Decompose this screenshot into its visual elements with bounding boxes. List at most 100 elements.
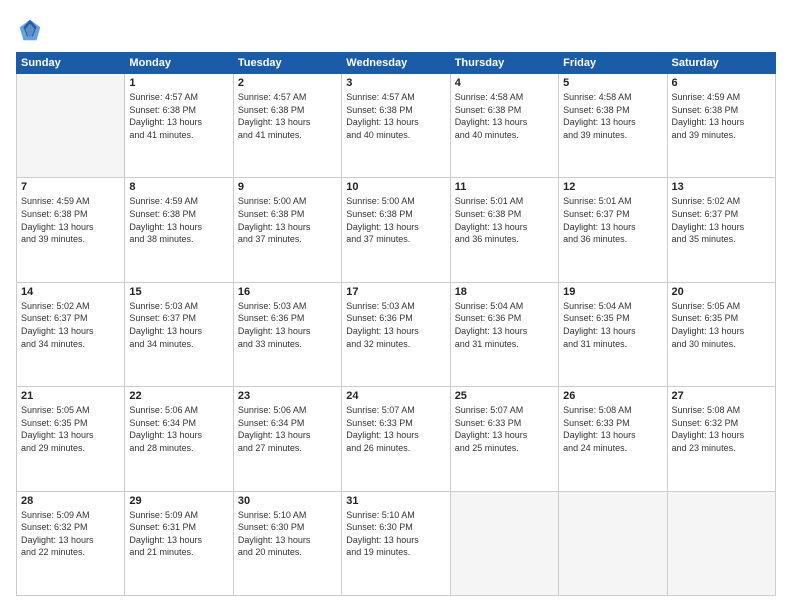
calendar-cell: 24 Sunrise: 5:07 AM Sunset: 6:33 PM Dayli… — [342, 387, 450, 491]
day-number: 25 — [455, 390, 554, 402]
day-info: Sunrise: 5:09 AM Sunset: 6:31 PM Dayligh… — [129, 509, 228, 559]
day-info: Sunrise: 5:02 AM Sunset: 6:37 PM Dayligh… — [21, 300, 120, 350]
calendar-cell: 31 Sunrise: 5:10 AM Sunset: 6:30 PM Dayli… — [342, 491, 450, 595]
calendar-cell: 2 Sunrise: 4:57 AM Sunset: 6:38 PM Daylig… — [233, 74, 341, 178]
day-number: 29 — [129, 495, 228, 507]
day-info: Sunrise: 5:07 AM Sunset: 6:33 PM Dayligh… — [455, 404, 554, 454]
day-info: Sunrise: 5:03 AM Sunset: 6:36 PM Dayligh… — [238, 300, 337, 350]
calendar-cell: 16 Sunrise: 5:03 AM Sunset: 6:36 PM Dayli… — [233, 282, 341, 386]
day-number: 6 — [672, 77, 771, 89]
calendar-cell: 28Sunrise: 5:09 AM Sunset: 6:32 PM Dayli… — [17, 491, 125, 595]
calendar-week-row: 7Sunrise: 4:59 AM Sunset: 6:38 PM Daylig… — [17, 178, 776, 282]
col-header-friday: Friday — [559, 53, 667, 74]
logo — [16, 16, 48, 44]
day-number: 20 — [672, 286, 771, 298]
day-info: Sunrise: 4:59 AM Sunset: 6:38 PM Dayligh… — [129, 195, 228, 245]
day-number: 22 — [129, 390, 228, 402]
calendar-cell: 13 Sunrise: 5:02 AM Sunset: 6:37 PM Dayli… — [667, 178, 775, 282]
calendar-cell: 18 Sunrise: 5:04 AM Sunset: 6:36 PM Dayli… — [450, 282, 558, 386]
calendar-week-row: 1 Sunrise: 4:57 AM Sunset: 6:38 PM Daylig… — [17, 74, 776, 178]
day-number: 19 — [563, 286, 662, 298]
calendar-week-row: 21 Sunrise: 5:05 AM Sunset: 6:35 PM Dayli… — [17, 387, 776, 491]
day-info: Sunrise: 4:58 AM Sunset: 6:38 PM Dayligh… — [563, 91, 662, 141]
day-info: Sunrise: 5:10 AM Sunset: 6:30 PM Dayligh… — [346, 509, 445, 559]
calendar-cell: 5 Sunrise: 4:58 AM Sunset: 6:38 PM Daylig… — [559, 74, 667, 178]
calendar-cell: 23 Sunrise: 5:06 AM Sunset: 6:34 PM Dayli… — [233, 387, 341, 491]
calendar-cell: 11 Sunrise: 5:01 AM Sunset: 6:38 PM Dayli… — [450, 178, 558, 282]
day-number: 28 — [21, 495, 120, 507]
calendar-cell: 1 Sunrise: 4:57 AM Sunset: 6:38 PM Daylig… — [125, 74, 233, 178]
day-info: Sunrise: 5:06 AM Sunset: 6:34 PM Dayligh… — [129, 404, 228, 454]
day-info: Sunrise: 4:57 AM Sunset: 6:38 PM Dayligh… — [238, 91, 337, 141]
day-number: 18 — [455, 286, 554, 298]
day-number: 5 — [563, 77, 662, 89]
calendar-table: SundayMondayTuesdayWednesdayThursdayFrid… — [16, 52, 776, 596]
day-info: Sunrise: 4:59 AM Sunset: 6:38 PM Dayligh… — [21, 195, 120, 245]
day-number: 1 — [129, 77, 228, 89]
calendar-cell: 6 Sunrise: 4:59 AM Sunset: 6:38 PM Daylig… — [667, 74, 775, 178]
day-info: Sunrise: 5:05 AM Sunset: 6:35 PM Dayligh… — [672, 300, 771, 350]
calendar-week-row: 28Sunrise: 5:09 AM Sunset: 6:32 PM Dayli… — [17, 491, 776, 595]
calendar-cell: 19Sunrise: 5:04 AM Sunset: 6:35 PM Dayli… — [559, 282, 667, 386]
day-info: Sunrise: 5:03 AM Sunset: 6:36 PM Dayligh… — [346, 300, 445, 350]
day-info: Sunrise: 4:59 AM Sunset: 6:38 PM Dayligh… — [672, 91, 771, 141]
day-number: 27 — [672, 390, 771, 402]
day-number: 11 — [455, 181, 554, 193]
calendar-cell: 20 Sunrise: 5:05 AM Sunset: 6:35 PM Dayli… — [667, 282, 775, 386]
day-number: 31 — [346, 495, 445, 507]
calendar-cell: 17 Sunrise: 5:03 AM Sunset: 6:36 PM Dayli… — [342, 282, 450, 386]
day-number: 21 — [21, 390, 120, 402]
day-number: 9 — [238, 181, 337, 193]
calendar-cell — [667, 491, 775, 595]
calendar-cell: 3 Sunrise: 4:57 AM Sunset: 6:38 PM Daylig… — [342, 74, 450, 178]
calendar-cell: 27 Sunrise: 5:08 AM Sunset: 6:32 PM Dayli… — [667, 387, 775, 491]
day-number: 14 — [21, 286, 120, 298]
calendar-header-row: SundayMondayTuesdayWednesdayThursdayFrid… — [17, 53, 776, 74]
day-info: Sunrise: 5:04 AM Sunset: 6:36 PM Dayligh… — [455, 300, 554, 350]
day-number: 4 — [455, 77, 554, 89]
day-number: 2 — [238, 77, 337, 89]
day-number: 26 — [563, 390, 662, 402]
day-info: Sunrise: 4:58 AM Sunset: 6:38 PM Dayligh… — [455, 91, 554, 141]
calendar-cell: 26Sunrise: 5:08 AM Sunset: 6:33 PM Dayli… — [559, 387, 667, 491]
calendar-cell: 14 Sunrise: 5:02 AM Sunset: 6:37 PM Dayli… — [17, 282, 125, 386]
day-info: Sunrise: 5:08 AM Sunset: 6:32 PM Dayligh… — [672, 404, 771, 454]
day-number: 17 — [346, 286, 445, 298]
calendar-cell: 22 Sunrise: 5:06 AM Sunset: 6:34 PM Dayli… — [125, 387, 233, 491]
logo-icon — [16, 16, 44, 44]
calendar-cell — [450, 491, 558, 595]
day-info: Sunrise: 4:57 AM Sunset: 6:38 PM Dayligh… — [346, 91, 445, 141]
day-number: 30 — [238, 495, 337, 507]
calendar-week-row: 14 Sunrise: 5:02 AM Sunset: 6:37 PM Dayli… — [17, 282, 776, 386]
day-info: Sunrise: 5:06 AM Sunset: 6:34 PM Dayligh… — [238, 404, 337, 454]
day-info: Sunrise: 5:02 AM Sunset: 6:37 PM Dayligh… — [672, 195, 771, 245]
header — [16, 16, 776, 44]
calendar-cell: 4 Sunrise: 4:58 AM Sunset: 6:38 PM Daylig… — [450, 74, 558, 178]
calendar-cell — [559, 491, 667, 595]
day-info: Sunrise: 5:01 AM Sunset: 6:37 PM Dayligh… — [563, 195, 662, 245]
calendar-cell: 15Sunrise: 5:03 AM Sunset: 6:37 PM Dayli… — [125, 282, 233, 386]
day-number: 3 — [346, 77, 445, 89]
calendar-cell: 7Sunrise: 4:59 AM Sunset: 6:38 PM Daylig… — [17, 178, 125, 282]
page: SundayMondayTuesdayWednesdayThursdayFrid… — [0, 0, 792, 612]
calendar-cell: 21 Sunrise: 5:05 AM Sunset: 6:35 PM Dayli… — [17, 387, 125, 491]
day-number: 15 — [129, 286, 228, 298]
day-info: Sunrise: 5:07 AM Sunset: 6:33 PM Dayligh… — [346, 404, 445, 454]
day-info: Sunrise: 5:00 AM Sunset: 6:38 PM Dayligh… — [238, 195, 337, 245]
day-info: Sunrise: 5:01 AM Sunset: 6:38 PM Dayligh… — [455, 195, 554, 245]
day-info: Sunrise: 4:57 AM Sunset: 6:38 PM Dayligh… — [129, 91, 228, 141]
day-number: 13 — [672, 181, 771, 193]
calendar-cell — [17, 74, 125, 178]
day-number: 24 — [346, 390, 445, 402]
day-number: 16 — [238, 286, 337, 298]
col-header-saturday: Saturday — [667, 53, 775, 74]
col-header-thursday: Thursday — [450, 53, 558, 74]
day-number: 8 — [129, 181, 228, 193]
day-info: Sunrise: 5:05 AM Sunset: 6:35 PM Dayligh… — [21, 404, 120, 454]
day-number: 23 — [238, 390, 337, 402]
calendar-cell: 8 Sunrise: 4:59 AM Sunset: 6:38 PM Daylig… — [125, 178, 233, 282]
day-number: 12 — [563, 181, 662, 193]
calendar-cell: 12 Sunrise: 5:01 AM Sunset: 6:37 PM Dayli… — [559, 178, 667, 282]
day-number: 10 — [346, 181, 445, 193]
day-info: Sunrise: 5:00 AM Sunset: 6:38 PM Dayligh… — [346, 195, 445, 245]
